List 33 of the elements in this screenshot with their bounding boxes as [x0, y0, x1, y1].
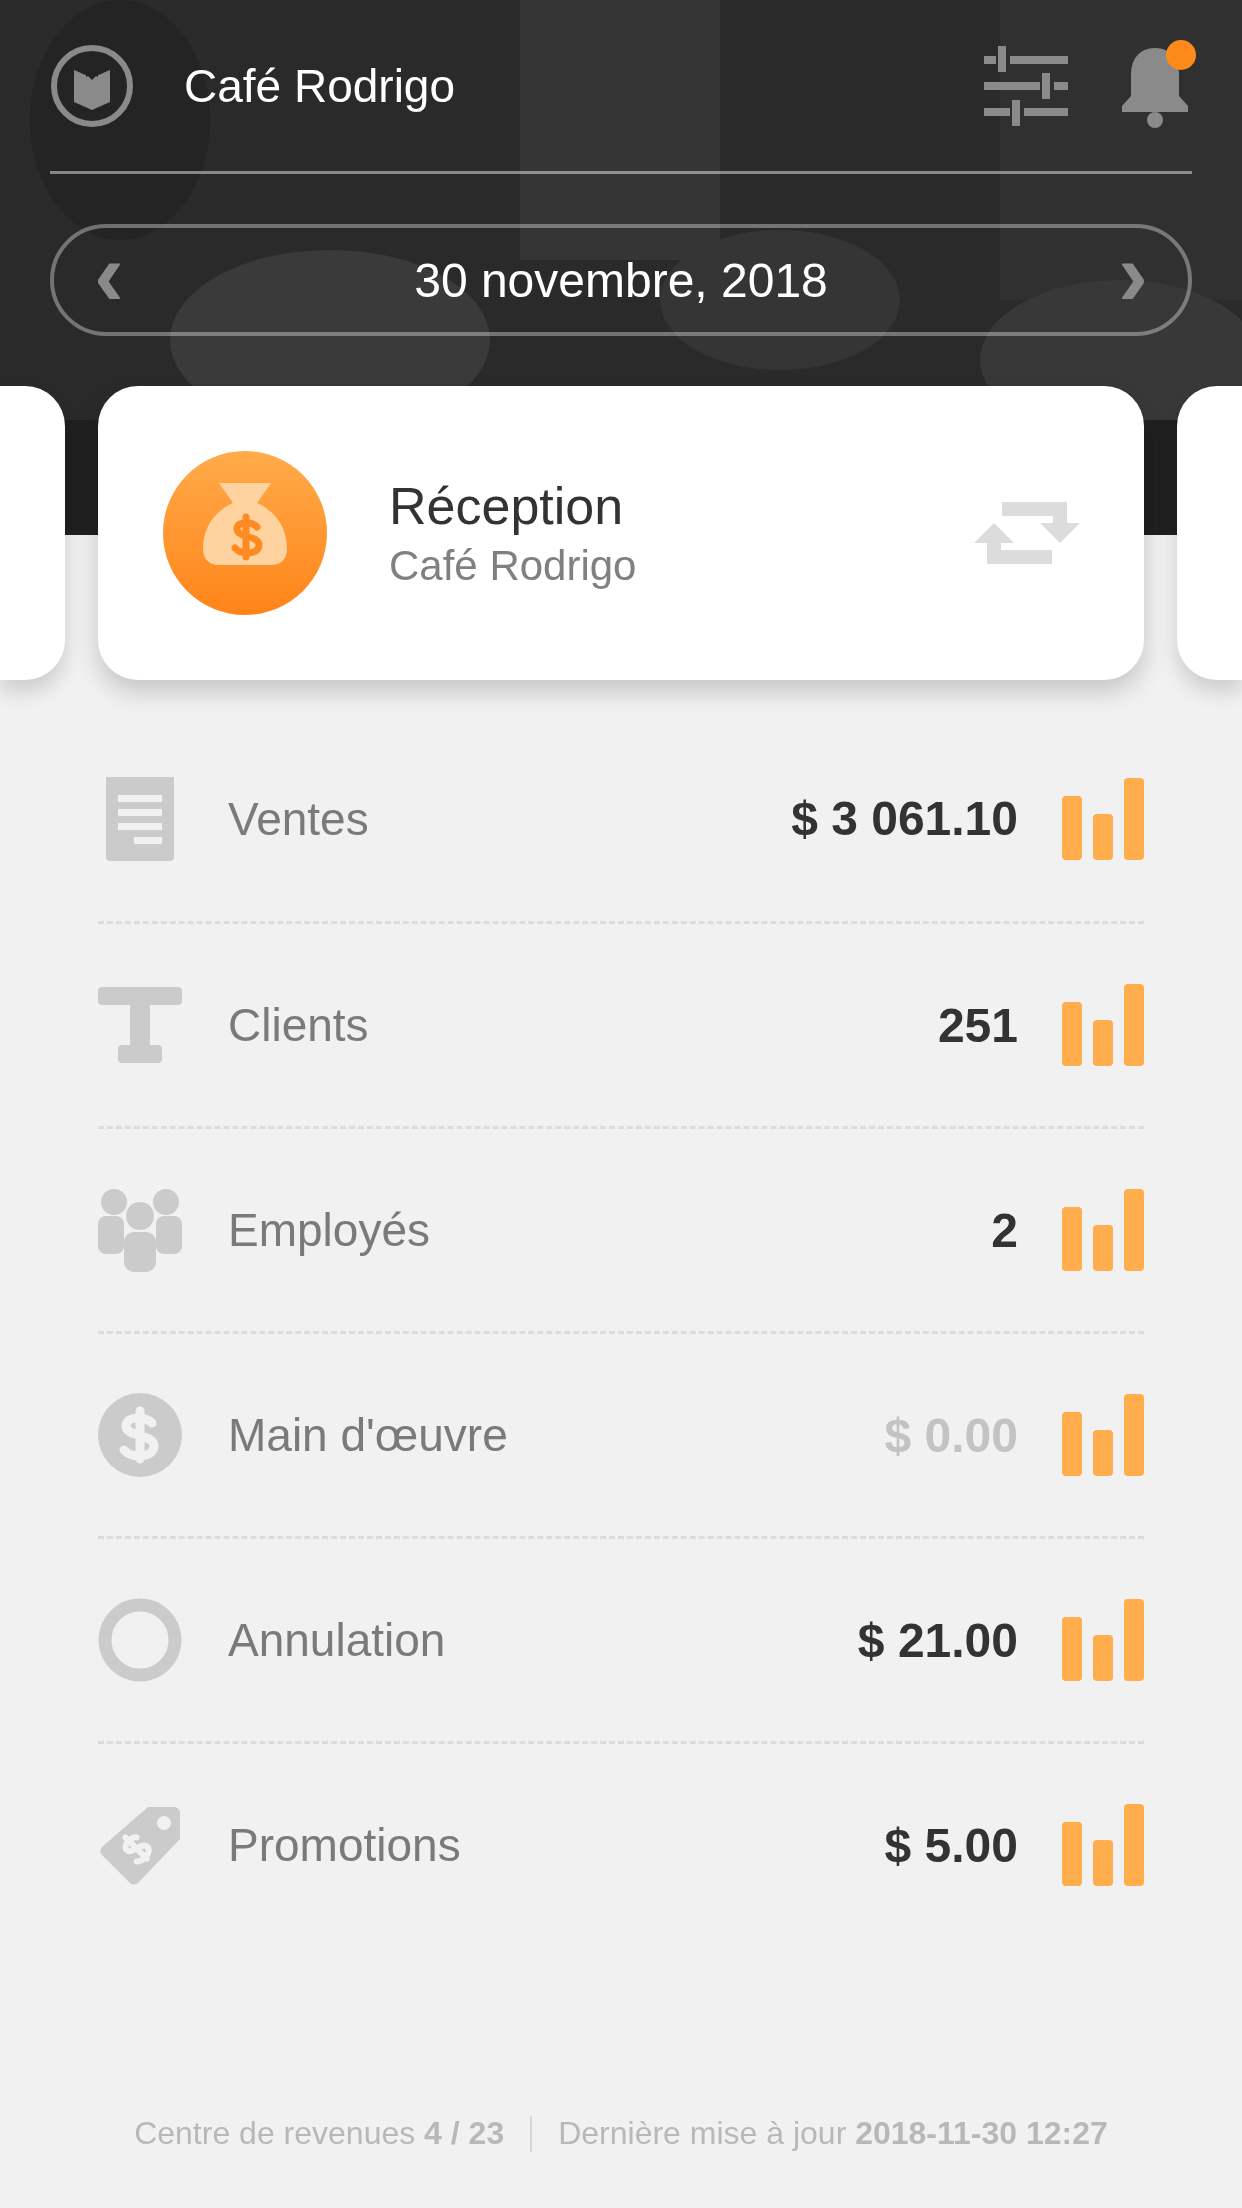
next-card[interactable]	[1177, 386, 1242, 680]
metric-label: Ventes	[228, 791, 370, 846]
metric-value: $ 21.00	[857, 1612, 1018, 1668]
card-subtitle: Café Rodrigo	[389, 542, 638, 590]
bar-chart-icon[interactable]	[1062, 1804, 1144, 1886]
metric-label: Annulation	[228, 1613, 447, 1667]
bar-chart-icon[interactable]	[1062, 1599, 1144, 1681]
selected-date: 30 novembre, 2018	[414, 252, 828, 308]
metric-value: $ 3 061.10	[791, 791, 1018, 846]
bar-chart-icon[interactable]	[1062, 1394, 1144, 1476]
metric-label: Clients	[228, 998, 370, 1052]
bar-chart-icon[interactable]	[1062, 777, 1144, 860]
previous-day-button[interactable]: ‹	[84, 229, 134, 331]
metric-value: $ 5.00	[884, 1817, 1018, 1873]
next-day-button[interactable]: ›	[1108, 229, 1158, 331]
bar-chart-icon[interactable]	[1062, 1189, 1144, 1271]
people-icon	[98, 1188, 182, 1272]
circle-icon	[98, 1598, 182, 1682]
waiter-logo-icon	[50, 43, 134, 128]
card-title: Réception	[389, 476, 625, 536]
previous-card[interactable]	[0, 386, 65, 680]
metric-label: Main d'œuvre	[228, 1408, 509, 1462]
metric-label: Employés	[228, 1203, 431, 1257]
metric-label: Promotions	[228, 1818, 462, 1872]
last-update: Dernière mise à jour 2018-11-30 12:27	[558, 2115, 1108, 2152]
metric-value: 251	[937, 997, 1018, 1053]
dollar-coin-icon	[98, 1393, 182, 1477]
metric-value: 2	[991, 1202, 1018, 1258]
money-bag-icon	[163, 451, 327, 615]
header-title: Café Rodrigo	[184, 58, 457, 113]
revenue-center-count: Centre de revenues 4 / 23	[134, 2115, 505, 2152]
bar-chart-icon[interactable]	[1062, 984, 1144, 1066]
filter-sliders-icon[interactable]	[984, 45, 1068, 126]
